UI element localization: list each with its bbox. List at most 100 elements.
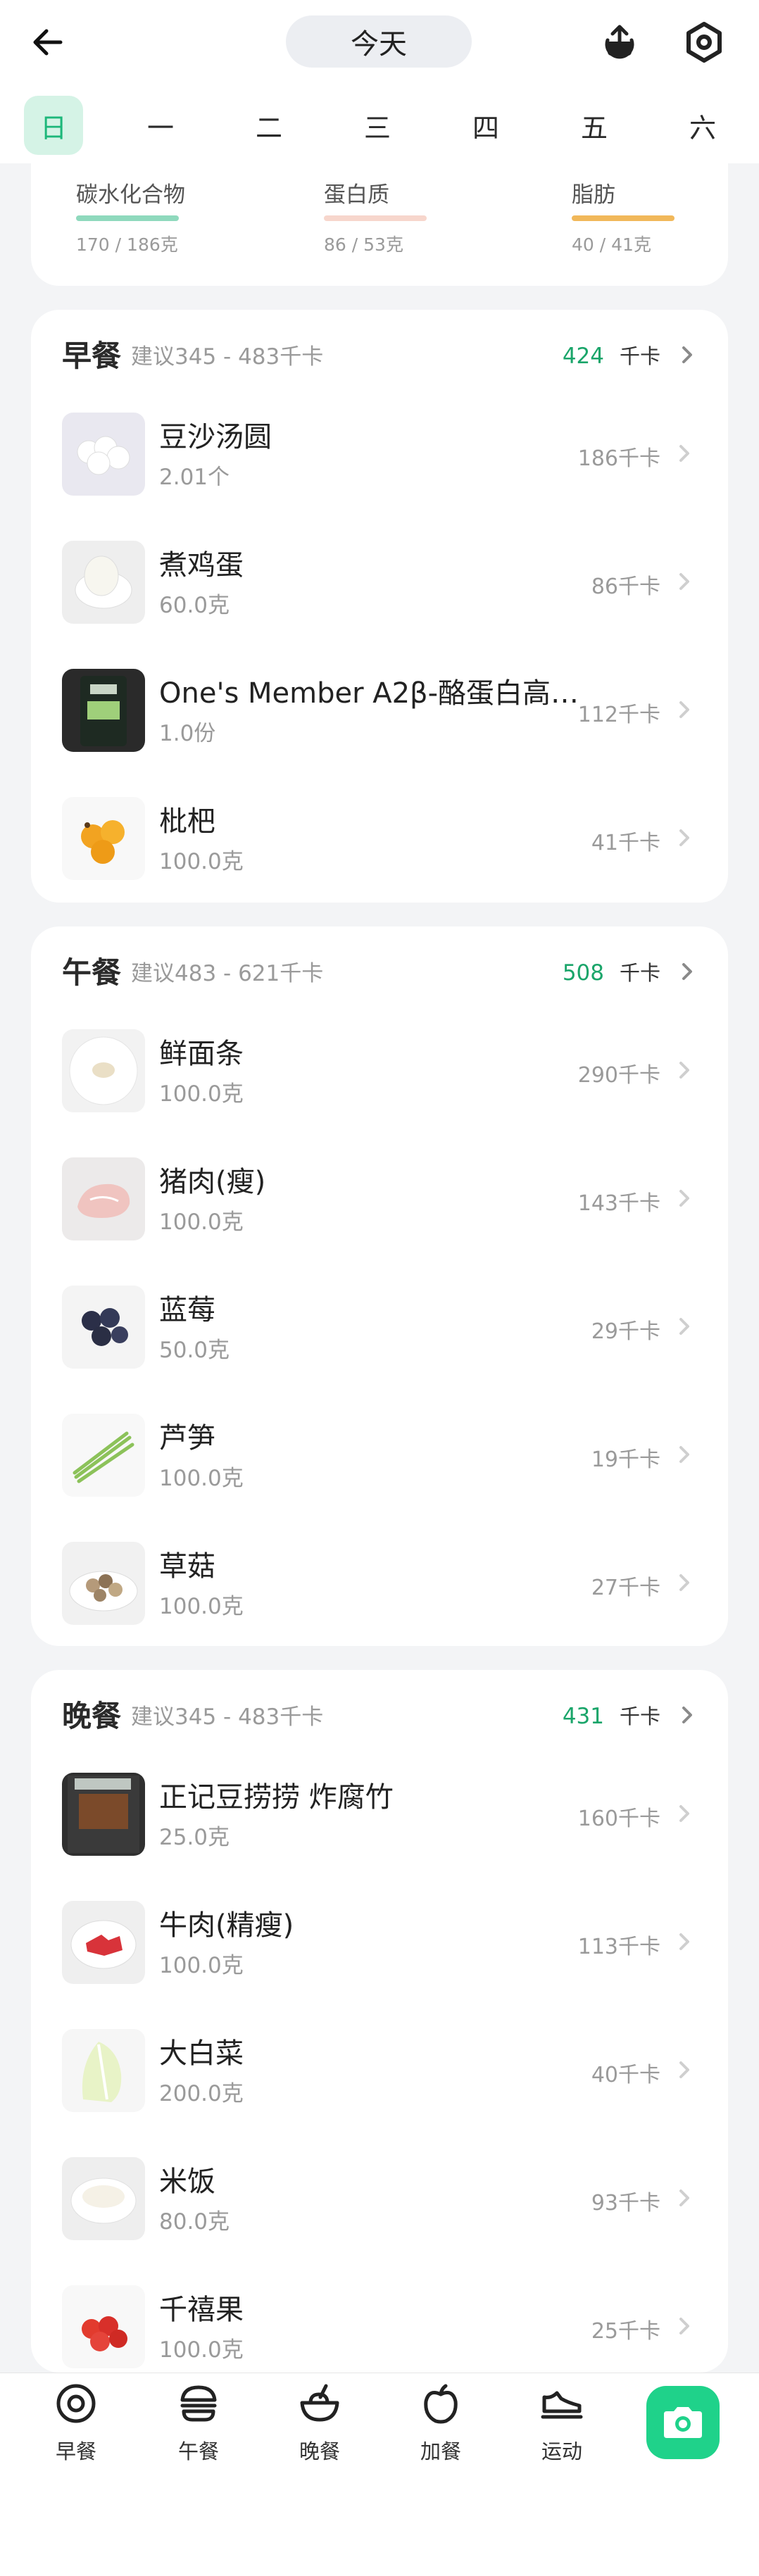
food-name: 芦笋 <box>159 1422 215 1455</box>
food-amount: 2.01个 <box>159 465 230 490</box>
weekday-2[interactable]: 二 <box>239 96 299 155</box>
food-amount: 100.0克 <box>159 849 244 874</box>
macro-label: 碳水化合物 <box>76 182 185 208</box>
food-kcal: 86千卡 <box>591 574 660 599</box>
food-thumbnail <box>62 1029 145 1112</box>
chevron-right-icon[interactable] <box>675 959 703 987</box>
plate-icon <box>51 2379 101 2428</box>
food-item[interactable]: 煮鸡蛋 60.0克 86千卡 <box>31 541 728 646</box>
food-item[interactable]: 芦笋 100.0克 19千卡 <box>31 1414 728 1519</box>
food-kcal: 25千卡 <box>591 2319 660 2344</box>
meal-kcal-unit: 千卡 <box>619 1704 660 1728</box>
food-amount: 100.0克 <box>159 1210 244 1235</box>
chevron-right-icon <box>672 697 697 722</box>
food-name: 草菇 <box>159 1550 215 1583</box>
weekday-1[interactable]: 一 <box>131 96 190 155</box>
food-amount: 200.0克 <box>159 2081 244 2106</box>
food-amount: 100.0克 <box>159 1953 244 1978</box>
weekday-0[interactable]: 日 <box>24 96 83 155</box>
macro-value: 170 / 186克 <box>76 234 178 255</box>
food-item[interactable]: 鲜面条 100.0克 290千卡 <box>31 1029 728 1135</box>
food-name: 米饭 <box>159 2166 215 2198</box>
food-thumbnail <box>62 2029 145 2112</box>
food-item[interactable]: 枇杷 100.0克 41千卡 <box>31 797 728 903</box>
food-item[interactable]: 牛肉(精瘦) 100.0克 113千卡 <box>31 1901 728 2006</box>
chevron-right-icon <box>672 2185 697 2211</box>
meal-header[interactable]: 晚餐 建议345 - 483千卡 431 千卡 <box>62 1695 703 1738</box>
food-item[interactable]: 猪肉(瘦) 100.0克 143千卡 <box>31 1157 728 1263</box>
food-kcal: 290千卡 <box>577 1063 660 1088</box>
back-arrow-icon[interactable] <box>21 15 75 69</box>
food-item[interactable]: 豆沙汤圆 2.01个 186千卡 <box>31 413 728 518</box>
macro-value: 40 / 41克 <box>572 234 651 255</box>
macro-summary-card: 碳水化合物 170 / 186克 蛋白质 86 / 53克 脂肪 40 / 41克 <box>31 163 728 286</box>
food-item[interactable]: 蓝莓 50.0克 29千卡 <box>31 1286 728 1391</box>
food-amount: 1.0份 <box>159 721 216 746</box>
chevron-right-icon <box>672 1186 697 1211</box>
nav-plate[interactable]: 早餐 <box>34 2379 118 2470</box>
nav-apple[interactable]: 加餐 <box>399 2379 483 2470</box>
settings-icon[interactable] <box>676 14 732 70</box>
food-item[interactable]: One's Member A2β-酪蛋白高… 1.0份 112千卡 <box>31 669 728 774</box>
weekday-3[interactable]: 三 <box>348 96 407 155</box>
nav-burger[interactable]: 午餐 <box>156 2379 241 2470</box>
nav-shoe[interactable]: 运动 <box>520 2379 604 2470</box>
macro-value: 86 / 53克 <box>324 234 403 255</box>
chevron-right-icon <box>672 1801 697 1826</box>
chevron-right-icon <box>672 569 697 594</box>
chevron-right-icon <box>672 2313 697 2339</box>
nav-bowl[interactable]: 晚餐 <box>277 2379 362 2470</box>
food-name: One's Member A2β-酪蛋白高… <box>159 677 579 710</box>
food-name: 豆沙汤圆 <box>159 421 272 453</box>
burger-icon <box>174 2379 223 2428</box>
food-item[interactable]: 大白菜 200.0克 40千卡 <box>31 2029 728 2135</box>
nav-label: 运动 <box>541 2439 582 2463</box>
meal-kcal-unit: 千卡 <box>619 961 660 985</box>
food-kcal: 160千卡 <box>577 1807 660 1831</box>
bottom-nav: 早餐 午餐 晚餐 加餐 运动 <box>0 2373 759 2576</box>
meal-title: 早餐 <box>62 339 122 373</box>
food-kcal: 113千卡 <box>577 1935 660 1959</box>
weekday-5[interactable]: 五 <box>565 96 624 155</box>
macro-2: 脂肪 40 / 41克 <box>572 179 675 256</box>
chevron-right-icon[interactable] <box>675 1702 703 1730</box>
food-name: 大白菜 <box>159 2037 244 2070</box>
meal-kcal-total: 508 <box>562 960 604 986</box>
chevron-right-icon <box>672 1442 697 1467</box>
meal-suggestion: 建议345 - 483千卡 <box>131 344 324 370</box>
food-name: 正记豆捞捞 炸腐竹 <box>159 1781 394 1814</box>
food-item[interactable]: 正记豆捞捞 炸腐竹 25.0克 160千卡 <box>31 1773 728 1878</box>
food-item[interactable]: 米饭 80.0克 93千卡 <box>31 2157 728 2263</box>
date-selector[interactable]: 今天 <box>286 15 472 68</box>
meal-kcal-unit: 千卡 <box>619 344 660 368</box>
chevron-right-icon[interactable] <box>675 342 703 370</box>
food-thumbnail <box>62 1542 145 1625</box>
food-kcal: 40千卡 <box>591 2063 660 2087</box>
weekday-4[interactable]: 四 <box>456 96 515 155</box>
shoe-icon <box>537 2379 586 2428</box>
chevron-right-icon <box>672 1314 697 1339</box>
food-name: 猪肉(瘦) <box>159 1166 266 1198</box>
food-name: 蓝莓 <box>159 1294 215 1326</box>
meal-header[interactable]: 早餐 建议345 - 483千卡 424 千卡 <box>62 335 703 377</box>
food-kcal: 112千卡 <box>577 703 660 727</box>
chevron-right-icon <box>672 825 697 850</box>
chevron-right-icon <box>672 2057 697 2082</box>
meal-suggestion: 建议345 - 483千卡 <box>131 1704 324 1730</box>
food-thumbnail <box>62 1157 145 1240</box>
food-thumbnail <box>62 413 145 496</box>
top-bar: 今天 日一二三四五六 <box>0 0 759 163</box>
food-amount: 100.0克 <box>159 1594 244 1619</box>
food-amount: 100.0克 <box>159 1466 244 1491</box>
food-item[interactable]: 草菇 100.0克 27千卡 <box>31 1542 728 1647</box>
food-amount: 60.0克 <box>159 593 230 618</box>
meal-header[interactable]: 午餐 建议483 - 621千卡 508 千卡 <box>62 952 703 994</box>
camera-button[interactable] <box>646 2386 720 2459</box>
meal-kcal-total: 424 <box>562 344 604 369</box>
nav-label: 晚餐 <box>299 2439 340 2463</box>
food-thumbnail <box>62 1414 145 1497</box>
nav-label: 午餐 <box>177 2439 219 2463</box>
weekday-6[interactable]: 六 <box>673 96 732 155</box>
share-upload-icon[interactable] <box>591 14 648 70</box>
chevron-right-icon <box>672 1570 697 1595</box>
